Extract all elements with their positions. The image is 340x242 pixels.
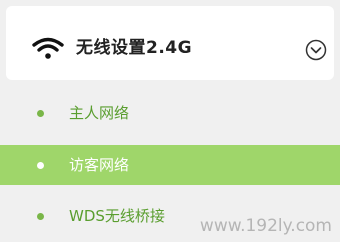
bullet-icon: [37, 212, 44, 220]
wireless-settings-header[interactable]: 无线设置2.4G: [6, 6, 334, 80]
menu-item-label: 主人网络: [69, 104, 130, 122]
header-title: 无线设置2.4G: [76, 38, 193, 58]
bullet-icon: [37, 161, 44, 169]
menu-item-host-network[interactable]: 主人网络: [6, 93, 334, 133]
bullet-icon: [37, 109, 44, 117]
chevron-down-circle-icon[interactable]: [304, 38, 328, 62]
menu-item-label: 访客网络: [69, 156, 130, 174]
watermark: www.192ly.com: [199, 216, 332, 236]
menu-item-guest-network[interactable]: 访客网络: [0, 145, 340, 185]
wifi-icon: [32, 37, 64, 59]
menu-item-label: WDS无线桥接: [69, 207, 165, 225]
